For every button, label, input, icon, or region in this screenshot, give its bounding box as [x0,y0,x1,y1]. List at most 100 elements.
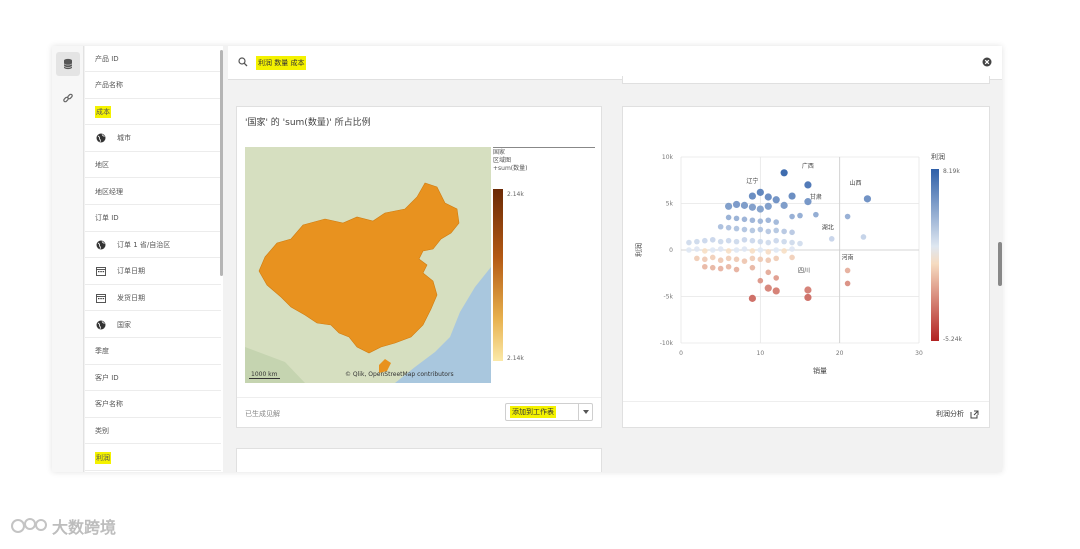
scatter-point[interactable] [725,237,732,244]
field-item[interactable]: 季度 [85,339,221,365]
map-visual[interactable]: 1000 km © Qlik, OpenStreetMap contributo… [245,147,491,383]
scatter-point[interactable] [764,193,772,201]
scatter-point[interactable] [844,213,851,220]
scatter-point[interactable] [773,237,779,244]
field-item[interactable]: 成本 [85,99,221,126]
scatter-point[interactable] [773,219,779,225]
scatter-point[interactable] [725,214,732,221]
scatter-point[interactable] [773,255,779,262]
scatter-point[interactable] [749,227,756,234]
scatter-point[interactable] [764,202,772,210]
scatter-point[interactable] [804,286,812,294]
scatter-point[interactable] [733,256,740,263]
scatter-chart[interactable]: 0 10 20 3010k5k0-5k-10k销量利润广西辽宁 山西甘肃湖北河南四川利润… [623,107,989,397]
field-item[interactable]: 地区 [85,152,221,179]
scatter-point[interactable] [813,211,819,218]
scatter-point[interactable] [717,257,724,264]
data-source-button[interactable] [56,52,80,76]
scatter-point[interactable] [741,258,748,264]
scatter-point[interactable] [725,263,732,270]
scatter-point[interactable] [702,263,708,270]
scatter-point[interactable] [702,248,708,254]
scatter-point[interactable] [860,234,867,240]
analysis-link[interactable]: 利润分析 [936,409,979,419]
scatter-point[interactable] [781,228,787,235]
scatter-point[interactable] [733,247,740,253]
field-item[interactable]: 国家 [85,312,221,338]
scatter-point[interactable] [686,239,692,246]
clear-search-icon[interactable] [982,57,992,67]
scatter-point[interactable] [741,236,748,243]
field-item[interactable]: 发货日期 [85,285,221,312]
scatter-point[interactable] [773,247,779,253]
scatter-point[interactable] [694,255,700,262]
add-to-sheet-dropdown[interactable] [578,404,592,420]
scatter-point[interactable] [749,237,756,244]
scatter-point[interactable] [757,256,764,263]
scatter-point[interactable] [781,248,787,254]
scatter-point[interactable] [764,284,772,292]
scatter-point[interactable] [789,229,795,236]
scatter-point[interactable] [740,201,749,209]
scatter-point[interactable] [725,202,733,210]
scatter-point[interactable] [757,247,764,253]
scatter-point[interactable] [725,224,732,231]
scatter-point[interactable] [765,228,772,235]
scatter-point[interactable] [725,255,732,262]
field-item[interactable]: 订单 ID [85,206,221,232]
scatter-point[interactable] [828,236,835,242]
scatter-point[interactable] [757,277,764,284]
scatter-point[interactable] [702,256,708,263]
main-scrollbar[interactable] [998,242,1002,286]
relations-button[interactable] [56,86,80,110]
scatter-point[interactable] [717,238,724,245]
scatter-point[interactable] [788,192,796,200]
scatter-point[interactable] [749,255,756,262]
scatter-point[interactable] [733,266,740,273]
scatter-point[interactable] [797,212,803,219]
field-item[interactable]: 订单 1 省/自治区 [85,232,221,259]
scatter-point[interactable] [757,226,764,233]
scatter-point[interactable] [748,192,756,200]
scatter-point[interactable] [725,248,732,254]
field-item[interactable]: 城市 [85,126,221,152]
scatter-point[interactable] [765,217,772,224]
scatter-point[interactable] [749,248,756,254]
scatter-point[interactable] [780,169,788,177]
scatter-point[interactable] [789,213,795,220]
scatter-point[interactable] [780,201,788,209]
scatter-point[interactable] [772,287,780,295]
search-input[interactable]: 利润 数量 成本 [256,56,307,70]
scatter-point[interactable] [717,265,724,272]
field-item[interactable]: 产品名称 [85,73,221,99]
scatter-point[interactable] [789,254,795,261]
map-insight-card[interactable]: '国家' 的 'sum(数量)' 所占比例 1000 km © Qlik, Op… [236,106,602,428]
field-item[interactable]: 地区经理 [85,179,221,205]
scatter-point[interactable] [844,267,851,274]
scatter-point[interactable] [749,217,756,224]
scatter-point[interactable] [863,195,872,203]
field-item[interactable]: 利润 [85,445,221,471]
scatter-point[interactable] [789,246,795,252]
scatter-point[interactable] [748,294,756,302]
scatter-point[interactable] [804,293,812,302]
scatter-point[interactable] [789,239,795,246]
scatter-point[interactable] [732,200,741,209]
scatter-point[interactable] [733,225,740,232]
field-list-scrollbar[interactable] [220,50,223,276]
scatter-point[interactable] [773,227,779,234]
scatter-point[interactable] [765,249,772,255]
scatter-point[interactable] [694,246,700,252]
scatter-point[interactable] [772,196,780,204]
scatter-point[interactable] [844,280,851,287]
scatter-point[interactable] [733,238,740,245]
scatter-insight-card[interactable]: 0 10 20 30 10k 5k 0 -5k -10k 销量 利润 广西 辽宁 山西 甘肃 湖北 河南 四川 利润… [622,106,990,428]
scatter-point[interactable] [781,238,787,245]
scatter-point[interactable] [694,238,700,245]
scatter-point[interactable] [748,203,756,211]
scatter-point[interactable] [765,257,772,264]
scatter-point[interactable] [797,240,803,247]
scatter-point[interactable] [756,205,764,213]
scatter-point[interactable] [709,264,716,271]
scatter-point[interactable] [686,247,692,253]
